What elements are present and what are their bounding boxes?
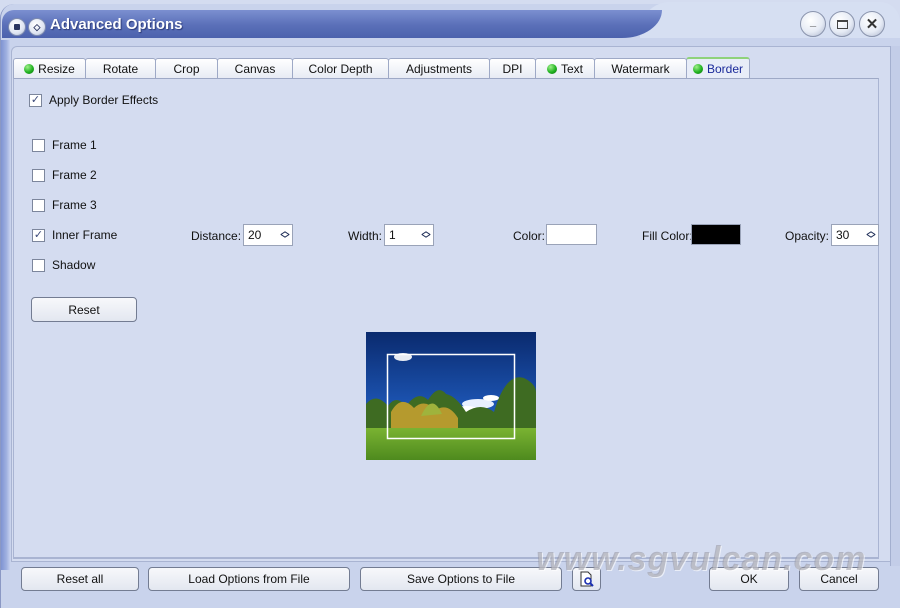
status-dot-icon	[24, 63, 35, 74]
distance-spinner[interactable]: 20 ︿ ﹀	[243, 224, 293, 246]
apply-border-effects-checkbox[interactable]: ✓	[29, 93, 42, 107]
rollup-button[interactable]: ◇	[28, 18, 46, 36]
close-icon: ✕	[865, 16, 879, 33]
frame-2-checkbox[interactable]	[32, 168, 45, 182]
shadow-label: Shadow	[52, 258, 96, 272]
apply-border-effects-row[interactable]: ✓ Apply Border Effects	[29, 93, 158, 107]
tab-dpi[interactable]: DPI	[489, 58, 536, 78]
frame-3-label: Frame 3	[52, 198, 97, 212]
tab-border[interactable]: Border	[686, 57, 750, 78]
load-options-button[interactable]: Load Options from File	[148, 567, 350, 591]
tab-label: Adjustments	[405, 61, 473, 76]
spin-arrows[interactable]: ︿ ﹀	[278, 227, 292, 244]
tab-label: Color Depth	[308, 61, 373, 76]
opacity-label: Opacity:	[785, 229, 830, 243]
color-swatch[interactable]	[546, 224, 597, 245]
border-preview-image	[366, 332, 536, 460]
apply-border-effects-label: Apply Border Effects	[49, 93, 159, 107]
cancel-button[interactable]: Cancel	[799, 567, 879, 591]
frame-3-checkbox[interactable]	[32, 198, 45, 212]
distance-label: Distance:	[191, 229, 242, 243]
fill-color-swatch[interactable]	[691, 224, 741, 245]
ok-button[interactable]: OK	[709, 567, 789, 591]
system-menu-button[interactable]	[8, 18, 26, 36]
tab-rotate[interactable]: Rotate	[85, 58, 156, 78]
maximize-icon	[836, 19, 848, 29]
color-label: Color:	[513, 229, 546, 243]
distance-value[interactable]: 20	[244, 228, 278, 242]
tab-label: Crop	[173, 61, 200, 76]
landscape-preview	[366, 332, 536, 460]
save-options-button[interactable]: Save Options to File	[360, 567, 562, 591]
up-down-chevron-icon: ◇	[33, 21, 41, 32]
tab-label: Canvas	[234, 61, 276, 76]
tab-adjustments[interactable]: Adjustments	[388, 58, 490, 78]
frame-2-label: Frame 2	[52, 168, 97, 182]
status-dot-icon	[692, 63, 703, 74]
window-right-edge	[890, 46, 900, 566]
width-spinner[interactable]: 1 ︿ ﹀	[384, 224, 434, 246]
reset-all-button[interactable]: Reset all	[21, 567, 139, 591]
minimize-button[interactable]: _	[800, 11, 826, 37]
reset-button[interactable]: Reset	[31, 297, 137, 322]
tab-resize[interactable]: Resize	[13, 58, 86, 78]
tab-label: DPI	[502, 61, 523, 76]
inner-frame-row[interactable]: ✓ Inner Frame	[32, 228, 117, 242]
frame-1-label: Frame 1	[52, 138, 97, 152]
frame-1-row[interactable]: Frame 1	[32, 138, 97, 152]
tab-bar: Resize Rotate Crop Canvas Color Depth Ad…	[13, 57, 750, 78]
close-button[interactable]: ✕	[859, 11, 885, 37]
maximize-button[interactable]	[829, 11, 855, 37]
minimize-icon: _	[809, 16, 817, 28]
preview-magnifier-icon	[580, 571, 594, 587]
shadow-row[interactable]: Shadow	[32, 258, 95, 272]
border-tab-panel	[13, 78, 879, 558]
window-title: Advanced Options	[50, 16, 183, 33]
tab-label: Text	[560, 61, 583, 76]
spin-arrows[interactable]: ︿ ﹀	[864, 227, 878, 244]
tab-watermark[interactable]: Watermark	[594, 58, 687, 78]
width-label: Width:	[348, 229, 383, 243]
window-left-edge	[1, 40, 10, 570]
inner-frame-checkbox[interactable]: ✓	[32, 228, 45, 242]
tab-label: Rotate	[102, 61, 139, 76]
spin-down-icon[interactable]: ﹀	[280, 235, 289, 244]
tab-text[interactable]: Text	[535, 58, 595, 78]
stop-icon	[14, 24, 20, 30]
frame-2-row[interactable]: Frame 2	[32, 168, 97, 182]
footer-divider	[13, 558, 879, 559]
fill-color-label: Fill Color:	[642, 229, 693, 243]
spin-down-icon[interactable]: ﹀	[421, 235, 430, 244]
tab-color-depth[interactable]: Color Depth	[292, 58, 389, 78]
shadow-checkbox[interactable]	[32, 258, 45, 272]
spin-down-icon[interactable]: ﹀	[866, 235, 875, 244]
width-value[interactable]: 1	[385, 228, 419, 242]
opacity-value[interactable]: 30	[832, 228, 864, 242]
preview-button[interactable]	[572, 567, 601, 591]
spin-arrows[interactable]: ︿ ﹀	[419, 227, 433, 244]
tab-label: Border	[706, 61, 744, 76]
frame-1-checkbox[interactable]	[32, 138, 45, 152]
tab-canvas[interactable]: Canvas	[217, 58, 293, 78]
opacity-spinner[interactable]: 30 ︿ ﹀	[831, 224, 879, 246]
tab-label: Watermark	[611, 61, 670, 76]
frame-3-row[interactable]: Frame 3	[32, 198, 97, 212]
tab-label: Resize	[38, 61, 75, 76]
status-dot-icon	[546, 63, 557, 74]
tab-crop[interactable]: Crop	[155, 58, 218, 78]
inner-frame-label: Inner Frame	[52, 228, 118, 242]
